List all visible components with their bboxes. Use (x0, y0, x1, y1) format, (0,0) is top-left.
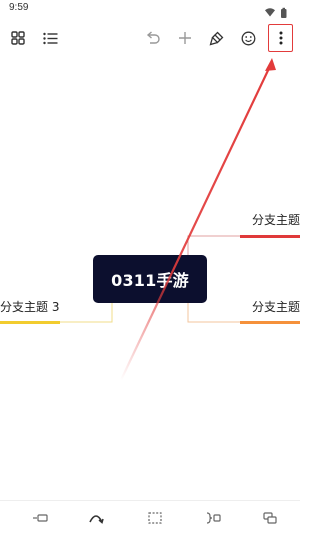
bottom-toolbar (0, 500, 300, 533)
more-options-icon (279, 31, 283, 45)
connect-relation-icon (89, 515, 104, 524)
boundary-button[interactable] (143, 507, 167, 529)
floating-topic-icon (263, 512, 277, 524)
mindmap-canvas[interactable]: 0311手游 分支主题 分支主题 分支主题 3 (0, 56, 300, 500)
summary-icon (206, 512, 221, 524)
connect-relation-button[interactable] (84, 507, 108, 529)
central-topic-label: 0311手游 (111, 271, 189, 290)
branch-topic-3[interactable]: 分支主题 3 (0, 298, 59, 315)
branch-1-underline (240, 235, 300, 238)
emoji-icon (241, 31, 255, 45)
insert-sibling-icon (33, 514, 48, 522)
emoji-button[interactable] (236, 26, 260, 50)
status-icons (264, 3, 292, 18)
undo-icon (146, 31, 160, 44)
summary-button[interactable] (201, 507, 225, 529)
top-toolbar (0, 22, 300, 54)
grid-view-button[interactable] (6, 26, 30, 50)
format-brush-icon (209, 31, 223, 45)
branch-3-underline (0, 321, 60, 324)
branch-topic-1[interactable]: 分支主题 (252, 211, 300, 228)
floating-topic-button[interactable] (258, 507, 282, 529)
status-bar: 9:59 (0, 0, 300, 18)
outline-list-button[interactable] (38, 26, 62, 50)
boundary-icon (148, 512, 162, 524)
connector-branch-3 (60, 303, 113, 323)
central-topic[interactable]: 0311手游 (93, 255, 207, 303)
wifi-icon (265, 8, 275, 17)
add-button[interactable] (173, 26, 197, 50)
more-options-button[interactable] (269, 26, 293, 50)
status-time: 9:59 (9, 2, 29, 13)
insert-sibling-button[interactable] (28, 507, 52, 529)
connector-branch-2 (187, 303, 240, 323)
branch-2-underline (240, 321, 300, 324)
grid-view-icon (11, 31, 25, 45)
outline-list-icon (42, 32, 57, 44)
format-brush-button[interactable] (204, 26, 228, 50)
undo-button[interactable] (141, 26, 165, 50)
add-icon (179, 32, 191, 44)
battery-icon (281, 7, 287, 18)
connector-branch-1 (187, 235, 240, 255)
branch-topic-2[interactable]: 分支主题 (252, 298, 300, 315)
